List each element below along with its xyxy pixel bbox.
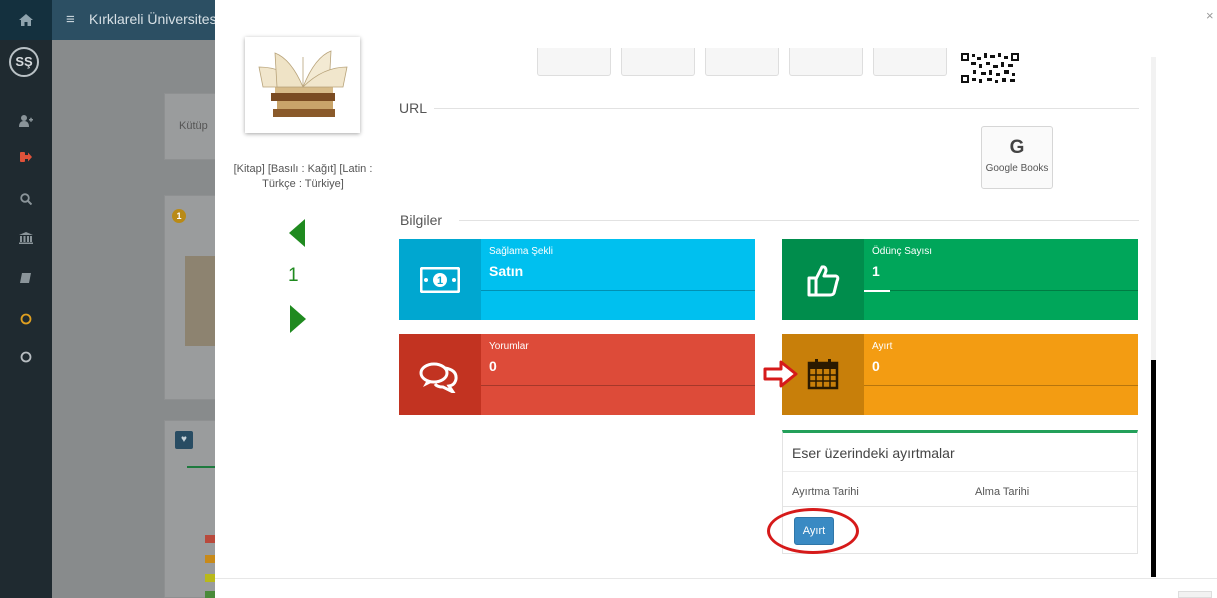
reserve-label: Ayırt: [872, 341, 893, 352]
page-number: 1: [288, 265, 299, 286]
url-section-label: URL: [399, 100, 428, 116]
app-logo[interactable]: SŞ: [9, 47, 39, 77]
acquisition-type-tile: 1 Sağlama Şekli Satın: [399, 239, 755, 320]
share-button[interactable]: [537, 48, 611, 76]
add-user-icon[interactable]: [17, 114, 35, 132]
home-icon: [19, 14, 33, 26]
google-books-button[interactable]: G Google Books: [981, 126, 1053, 189]
modal-footer-divider: [215, 578, 1217, 579]
svg-text:1: 1: [437, 275, 443, 287]
info-section-label: Bilgiler: [400, 212, 443, 228]
acquisition-icon-box: 1: [399, 239, 481, 320]
table-divider: [783, 506, 1137, 507]
loan-count-tile: Ödünç Sayısı 1: [782, 239, 1138, 320]
annotation-highlight-ellipse: [767, 508, 859, 554]
reservations-title: Eser üzerindeki ayırtmalar: [792, 445, 955, 461]
panel-divider: [783, 471, 1137, 472]
comments-label: Yorumlar: [489, 341, 529, 352]
close-icon[interactable]: ×: [1206, 8, 1214, 23]
tile-progress-track: [481, 385, 755, 386]
book-format-text: [Kitap] [Basılı : Kağıt] [Latin : Türkçe…: [233, 163, 373, 190]
tile-progress-fill: [864, 290, 890, 292]
corner-button[interactable]: [1178, 591, 1212, 598]
home-button[interactable]: [0, 0, 52, 40]
tile-progress-track: [481, 290, 755, 291]
share-button[interactable]: [705, 48, 779, 76]
comments-icon-box: [399, 334, 481, 415]
next-arrow-icon[interactable]: [290, 305, 306, 333]
url-section-divider: [434, 108, 1139, 109]
count-badge: 1: [172, 209, 186, 223]
logout-icon[interactable]: [17, 149, 35, 167]
site-title[interactable]: Kırklareli Üniversitesi: [89, 11, 220, 27]
reserve-tile: Ayırt 0: [782, 334, 1138, 415]
comments-value: 0: [489, 358, 497, 374]
pickup-date-header: Alma Tarihi: [975, 486, 1030, 498]
search-icon[interactable]: [17, 192, 35, 210]
loan-count-value: 1: [872, 263, 880, 279]
google-icon: G: [1009, 137, 1025, 158]
google-books-label: Google Books: [985, 163, 1049, 174]
tile-progress-track: [864, 290, 1138, 291]
share-button[interactable]: [621, 48, 695, 76]
loan-icon-box: [782, 239, 864, 320]
previous-arrow-icon[interactable]: [289, 219, 305, 247]
acquisition-label: Sağlama Şekli: [489, 246, 553, 257]
thumbs-up-icon: [807, 265, 840, 297]
calendar-icon: [807, 359, 839, 390]
left-sidebar: SŞ: [0, 0, 52, 598]
tile-progress-track: [864, 385, 1138, 386]
heart-icon: ♥: [175, 431, 193, 449]
share-button[interactable]: [873, 48, 947, 76]
money-bill-icon: 1: [420, 267, 460, 293]
institution-icon[interactable]: [17, 231, 35, 249]
hamburger-icon[interactable]: ≡: [66, 11, 75, 28]
info-section-divider: [459, 220, 1139, 221]
search-text: Kütüp: [179, 120, 208, 132]
reserve-date-header: Ayırtma Tarihi: [792, 486, 859, 498]
annotation-arrow-icon: [763, 360, 798, 388]
book-icon[interactable]: [17, 271, 35, 289]
qr-code-icon: [960, 52, 1020, 84]
reserve-value: 0: [872, 358, 880, 374]
circle-icon[interactable]: [17, 350, 35, 368]
acquisition-value: Satın: [489, 263, 524, 279]
loan-count-label: Ödünç Sayısı: [872, 246, 933, 257]
scrollbar-thumb[interactable]: [1151, 360, 1156, 577]
share-button[interactable]: [789, 48, 863, 76]
comments-tile: Yorumlar 0: [399, 334, 755, 415]
comments-icon: [419, 362, 458, 393]
book-cover-image: [245, 37, 360, 133]
circle-icon[interactable]: [17, 312, 35, 330]
